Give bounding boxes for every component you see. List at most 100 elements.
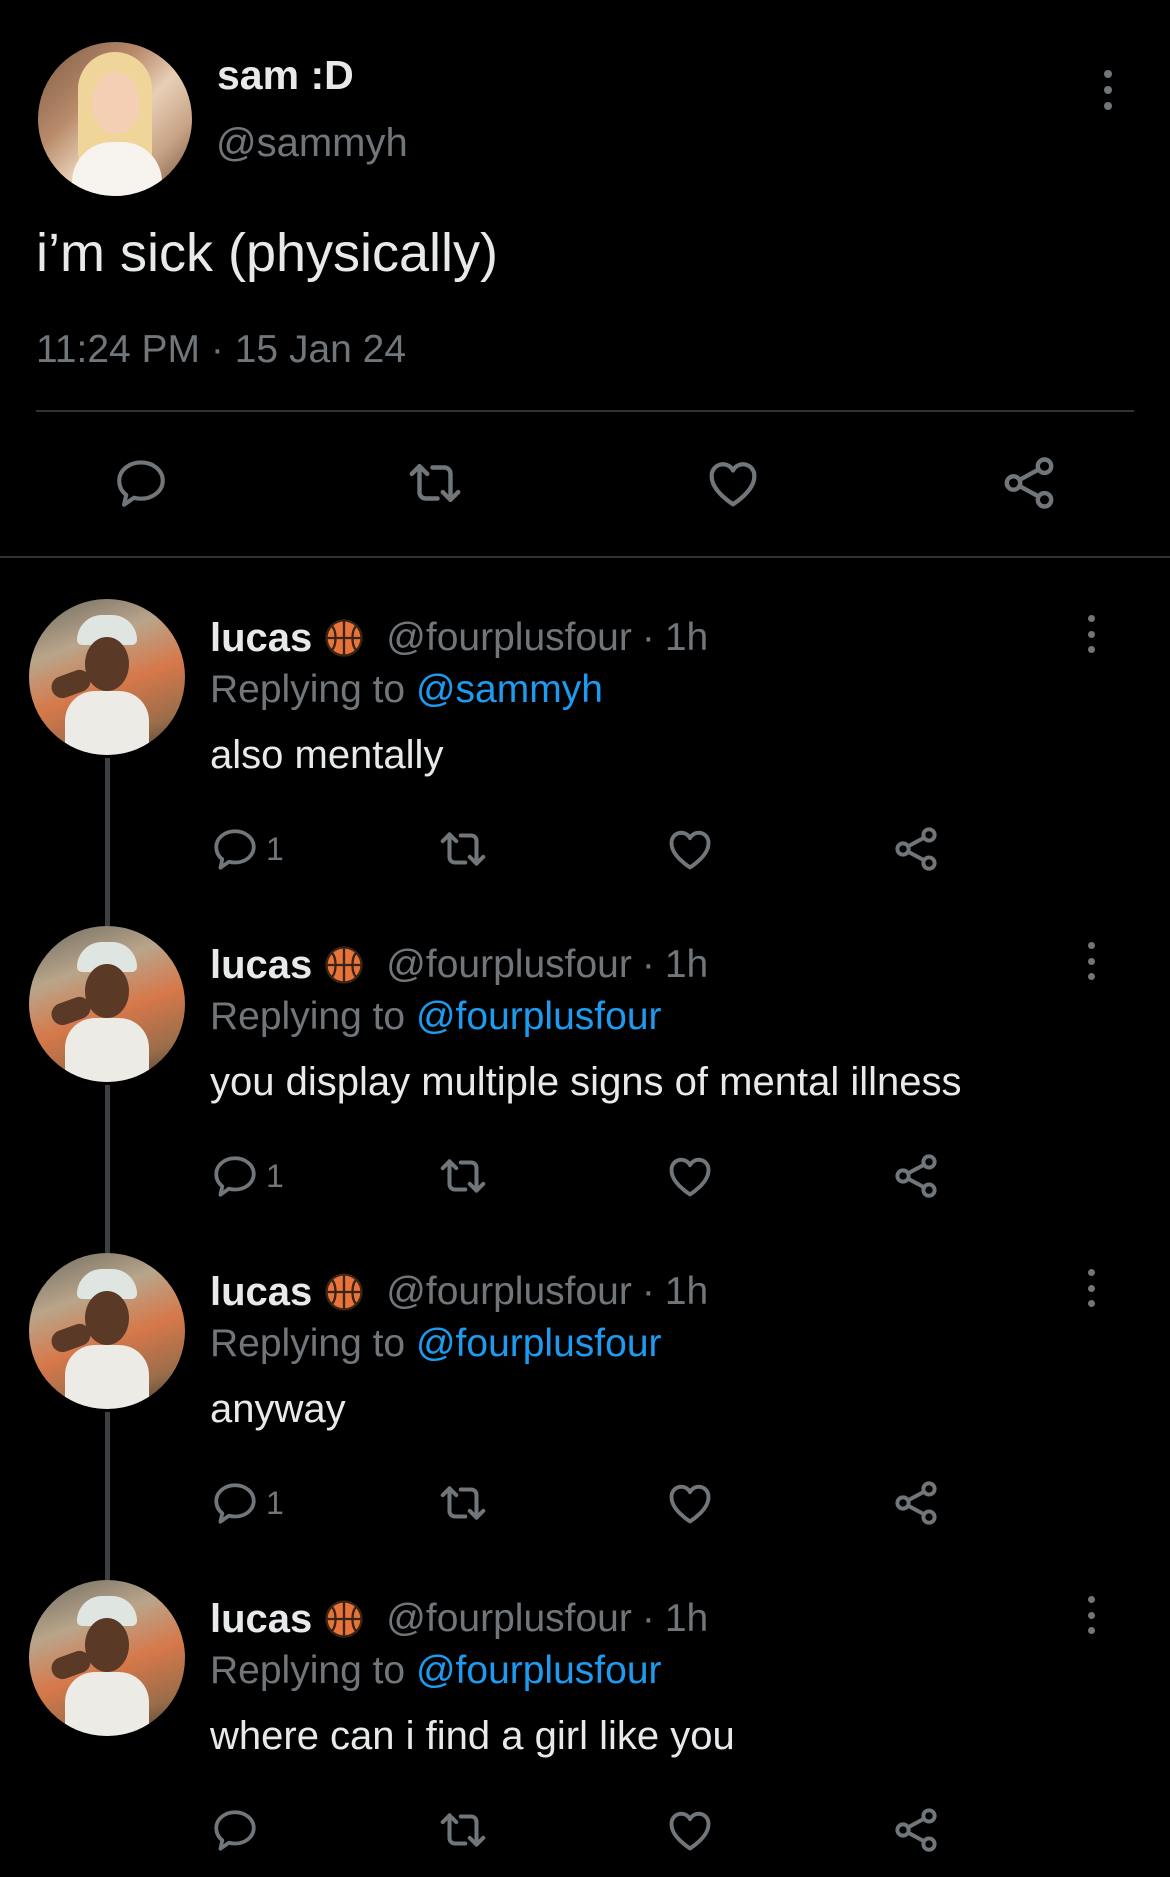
avatar[interactable] [29,599,185,755]
reply-actions: 1 [0,1475,1170,1531]
like-icon [669,1157,711,1197]
like-button[interactable] [700,450,766,516]
retweet-icon [440,1486,486,1520]
retweet-icon [440,832,486,866]
reply-button[interactable]: 1 [210,1148,284,1204]
reply-age: 1h [664,1270,709,1313]
retweet-button[interactable] [436,1148,490,1204]
replying-to: Replying to @fourplusfour [210,1322,662,1366]
author-display-name[interactable]: lucas [210,943,312,988]
more-icon[interactable] [1096,70,1120,110]
reply-button[interactable] [108,450,174,516]
reply-age: 1h [664,943,709,986]
replying-to: Replying to @sammyh [210,668,603,712]
retweet-button[interactable] [436,1802,490,1858]
tweet-thread-screen: sam :D @sammyh i’m sick (physically) 11:… [0,0,1170,1877]
share-icon [895,1154,937,1198]
author-display-name[interactable]: lucas [210,616,312,661]
author-display-name[interactable]: lucas [210,1597,312,1642]
share-button[interactable] [890,1148,942,1204]
share-icon [895,1481,937,1525]
reply-count: 1 [266,1484,284,1521]
like-button[interactable] [664,1802,716,1858]
reply-actions [0,1802,1170,1858]
replying-to-mention[interactable]: @fourplusfour [416,995,662,1038]
reply-tweet[interactable]: lucas @fourplusfour · 1h Replying to @sa… [0,599,1170,926]
tweet-date: 15 Jan 24 [234,328,407,371]
reply-count: 1 [266,1157,284,1194]
reply-button[interactable]: 1 [210,821,284,877]
reply-count: 1 [266,830,284,867]
share-button[interactable] [996,450,1062,516]
retweet-icon [409,464,461,502]
retweet-button[interactable] [436,821,490,877]
reply-tweet[interactable]: lucas @fourplusfour · 1h Replying to @fo… [0,1580,1170,1877]
author-handle[interactable]: @fourplusfour [386,943,632,987]
meta-separator: · [641,1597,655,1640]
replying-to-mention[interactable]: @fourplusfour [416,1322,662,1365]
replying-to: Replying to @fourplusfour [210,995,662,1039]
avatar[interactable] [29,926,185,1082]
meta-separator: · [641,943,655,986]
share-icon [1004,457,1054,509]
reply-header: lucas @fourplusfour · 1h [210,613,708,663]
replying-prefix: Replying to [210,1322,416,1365]
reply-header: lucas @fourplusfour · 1h [210,940,708,990]
meta-separator: · [210,328,224,371]
reply-text: anyway [210,1387,346,1431]
divider [0,556,1170,558]
reply-icon [117,460,165,507]
basketball-icon [325,1600,363,1638]
basketball-icon [325,619,363,657]
basketball-icon [325,1273,363,1311]
basketball-icon [325,946,363,984]
retweet-button[interactable] [436,1475,490,1531]
reply-tweet[interactable]: lucas @fourplusfour · 1h Replying to @fo… [0,926,1170,1253]
more-icon[interactable] [1079,1269,1103,1307]
more-icon[interactable] [1079,1596,1103,1634]
reply-header: lucas @fourplusfour · 1h [210,1267,708,1317]
author-display-name[interactable]: sam :D [217,52,354,99]
author-handle[interactable]: @fourplusfour [386,616,632,660]
share-icon [895,1808,937,1852]
replying-to: Replying to @fourplusfour [210,1649,662,1693]
retweet-icon [440,1813,486,1847]
meta-separator: · [641,616,655,659]
reply-text: you display multiple signs of mental ill… [210,1060,962,1104]
reply-text: where can i find a girl like you [210,1714,735,1758]
author-handle[interactable]: @fourplusfour [386,1270,632,1314]
reply-header: lucas @fourplusfour · 1h [210,1594,708,1644]
like-button[interactable] [664,1148,716,1204]
reply-button[interactable]: 1 [210,1475,284,1531]
tweet-actions [0,450,1170,516]
reply-text: also mentally [210,733,444,777]
tweet-text: i’m sick (physically) [36,223,499,283]
meta-separator: · [641,1270,655,1313]
like-icon [709,462,757,507]
author-display-name[interactable]: lucas [210,1270,312,1315]
share-button[interactable] [890,1802,942,1858]
replying-to-mention[interactable]: @sammyh [416,668,603,711]
reply-icon [214,829,256,870]
reply-icon [214,1156,256,1197]
share-icon [895,827,937,871]
author-handle[interactable]: @sammyh [216,121,408,166]
like-icon [669,830,711,870]
retweet-icon [440,1159,486,1193]
avatar[interactable] [29,1253,185,1409]
more-icon[interactable] [1079,615,1103,653]
avatar[interactable] [38,42,192,196]
like-button[interactable] [664,821,716,877]
reply-age: 1h [664,1597,709,1640]
reply-button[interactable] [210,1802,266,1858]
author-handle[interactable]: @fourplusfour [386,1597,632,1641]
share-button[interactable] [890,821,942,877]
like-button[interactable] [664,1475,716,1531]
retweet-button[interactable] [402,450,468,516]
share-button[interactable] [890,1475,942,1531]
avatar[interactable] [29,1580,185,1736]
reply-icon [214,1810,256,1851]
reply-tweet[interactable]: lucas @fourplusfour · 1h Replying to @fo… [0,1253,1170,1580]
replying-to-mention[interactable]: @fourplusfour [416,1649,662,1692]
more-icon[interactable] [1079,942,1103,980]
